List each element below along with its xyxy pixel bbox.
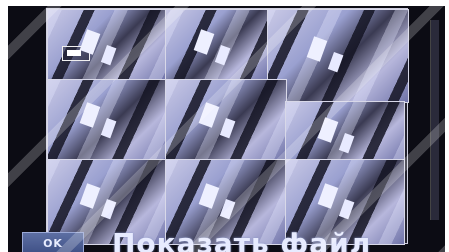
right-scrollbar[interactable]	[430, 20, 439, 220]
camera-tile-6[interactable]	[285, 101, 405, 161]
camera-grid	[46, 8, 409, 245]
camera-tile-1[interactable]	[47, 9, 167, 81]
ok-button[interactable]: OK	[22, 232, 84, 252]
show-file-caption[interactable]: Показать файл	[112, 230, 371, 252]
camera-tile-3[interactable]	[267, 9, 409, 103]
camera-tile-4[interactable]	[47, 79, 167, 161]
camera-overlay-icon	[62, 46, 90, 61]
camera-tile-5[interactable]	[165, 79, 287, 161]
camera-tile-2[interactable]	[165, 9, 269, 81]
dvr-screen: OK Показать файл	[8, 6, 445, 252]
